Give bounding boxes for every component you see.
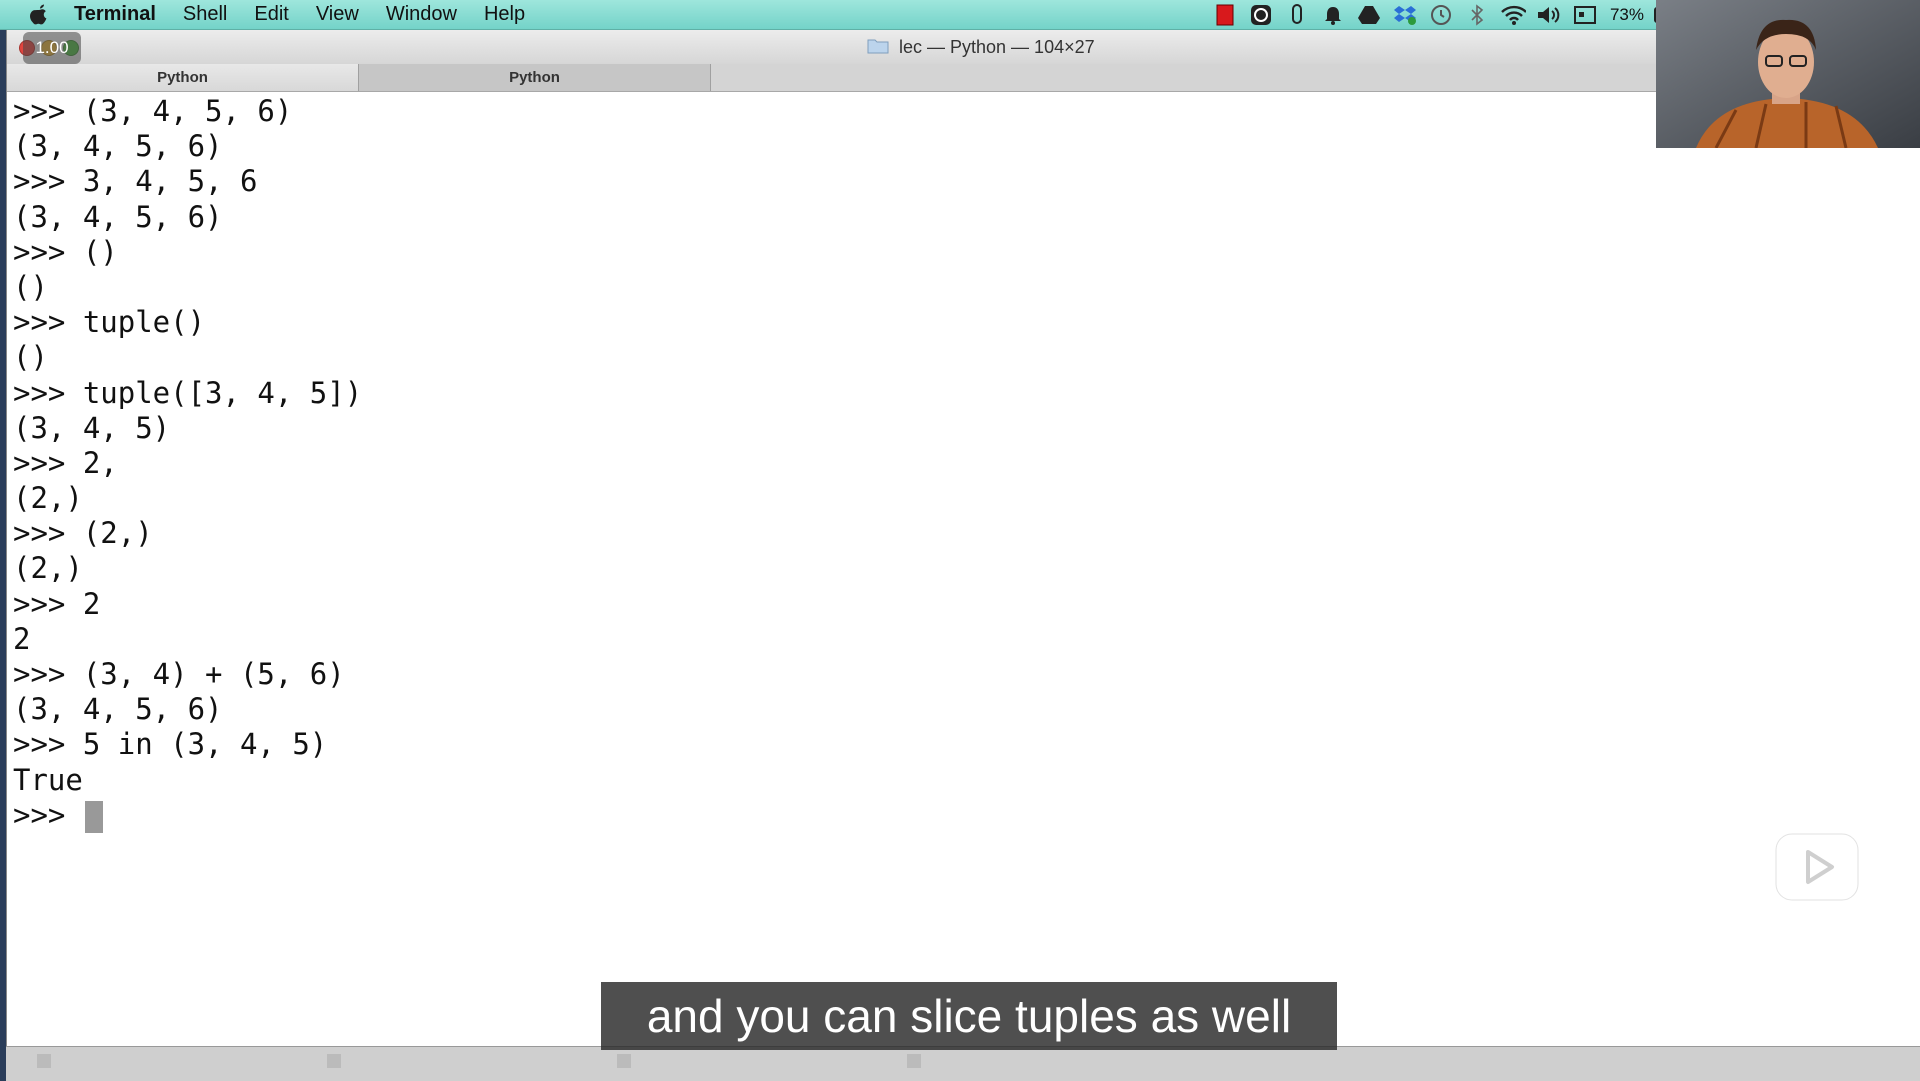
bluetooth-icon[interactable] (1464, 2, 1490, 28)
time-machine-icon[interactable] (1428, 2, 1454, 28)
text-cursor (84, 800, 103, 833)
terminal-line: () (13, 340, 48, 375)
dock-item[interactable] (906, 1053, 922, 1072)
presenter-image (1656, 0, 1920, 148)
terminal-line: >>> tuple([3, 4, 5]) (13, 375, 363, 410)
menu-bar: Terminal Shell Edit View Window Help 73% (0, 0, 1920, 30)
terminal-line: () (13, 269, 48, 304)
dock-item[interactable] (36, 1053, 52, 1072)
wifi-icon[interactable] (1500, 2, 1526, 28)
dropbox-icon[interactable] (1392, 2, 1418, 28)
menu-view[interactable]: View (316, 3, 359, 26)
terminal-line: (3, 4, 5) (13, 410, 171, 445)
terminal-line: >>> (3, 4, 5, 6) (13, 94, 293, 128)
menu-terminal[interactable]: Terminal (74, 3, 156, 26)
display-icon[interactable] (1572, 2, 1598, 28)
apple-menu-icon[interactable] (26, 2, 52, 28)
terminal-line: (3, 4, 5, 6) (13, 692, 223, 727)
terminal-line: >>> 2, (13, 445, 118, 480)
terminal-line: (2,) (13, 481, 83, 516)
dock (6, 1046, 1920, 1081)
terminal-prompt: >>> (13, 797, 83, 832)
terminal-line: >>> 3, 4, 5, 6 (13, 164, 258, 199)
play-icon (1772, 820, 1862, 904)
playback-speed-badge: 1.00 (23, 32, 81, 64)
terminal-prompt-line[interactable]: >>> (13, 798, 1613, 833)
terminal-line: >>> tuple() (13, 305, 206, 340)
terminal-line: True (13, 762, 83, 797)
tab-python-1[interactable]: Python (7, 64, 359, 91)
dock-item[interactable] (616, 1053, 632, 1072)
drive-icon[interactable] (1356, 2, 1382, 28)
terminal-output[interactable]: >>> (3, 4, 5, 6) (3, 4, 5, 6) >>> 3, 4, … (13, 94, 1613, 1014)
terminal-line: >>> 5 in (3, 4, 5) (13, 727, 328, 762)
clock-icon[interactable] (1248, 2, 1274, 28)
dock-item[interactable] (326, 1053, 342, 1072)
webcam-overlay (1656, 0, 1920, 148)
tab-python-2[interactable]: Python (359, 64, 711, 91)
battery-percent: 73% (1609, 5, 1644, 24)
bell-icon[interactable] (1320, 2, 1346, 28)
menu-window[interactable]: Window (386, 3, 457, 26)
tab-bar: Python Python (7, 64, 1920, 92)
title-bar[interactable]: 1.00 lec — Python — 104×27 (7, 30, 1920, 65)
menu-edit[interactable]: Edit (254, 3, 288, 26)
window-title-text: lec — Python — 104×27 (899, 37, 1095, 57)
terminal-line: >>> (3, 4) + (5, 6) (13, 657, 345, 691)
terminal-line: 2 (13, 621, 31, 656)
status-tray: 73% (1212, 0, 1680, 30)
record-icon[interactable] (1212, 2, 1238, 28)
terminal-line: >>> () (13, 234, 118, 269)
terminal-window: 1.00 lec — Python — 104×27 Python Python… (6, 30, 1920, 1050)
video-subtitle: and you can slice tuples as well (601, 982, 1337, 1050)
clip-icon[interactable] (1284, 2, 1310, 28)
terminal-line: >>> (2,) (13, 516, 153, 551)
terminal-line: >>> 2 (13, 586, 101, 621)
terminal-line: (3, 4, 5, 6) (13, 199, 223, 234)
menu-shell[interactable]: Shell (183, 3, 227, 26)
volume-icon[interactable] (1536, 2, 1562, 28)
terminal-line: (3, 4, 5, 6) (13, 129, 223, 164)
window-title: lec — Python — 104×27 (867, 36, 1095, 59)
terminal-line: (2,) (13, 551, 83, 586)
folder-icon (867, 36, 889, 59)
menu-help[interactable]: Help (484, 3, 525, 26)
